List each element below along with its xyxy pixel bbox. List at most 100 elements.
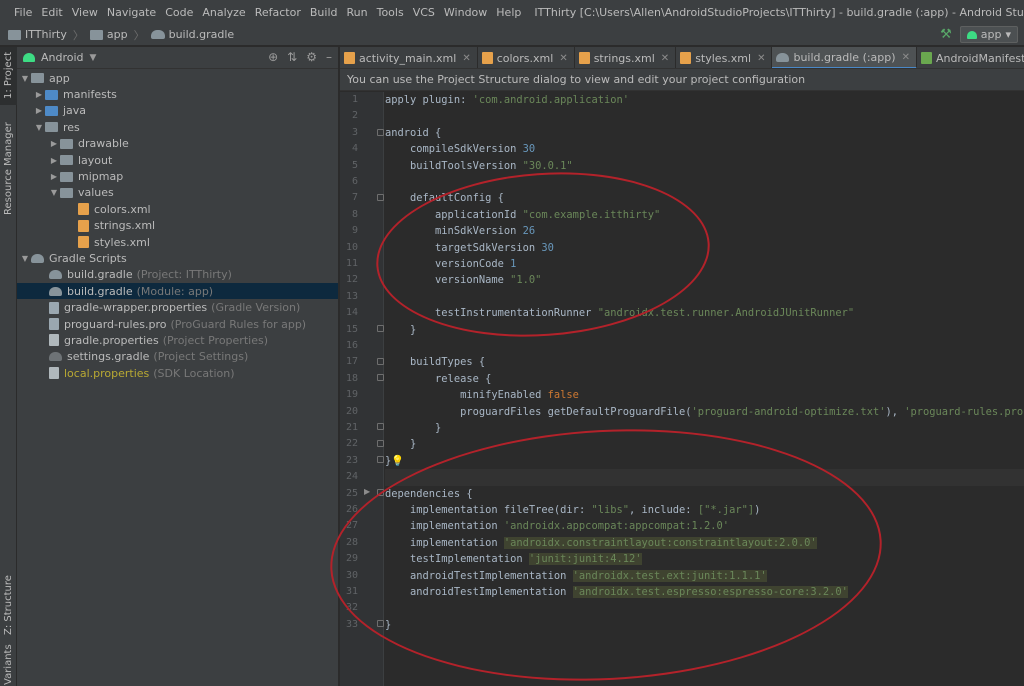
fold-marker-icon[interactable] (377, 456, 384, 463)
tree-item-drawable[interactable]: ▶ drawable (17, 136, 338, 152)
breadcrumb-project[interactable]: ITThirty (8, 28, 67, 41)
tree-item-strings-xml[interactable]: strings.xml (17, 218, 338, 234)
menu-edit[interactable]: Edit (41, 6, 62, 19)
line-number: 7 (351, 192, 358, 204)
tree-item-local-properties[interactable]: local.properties (SDK Location) (17, 365, 338, 381)
tool-tab-resource-manager[interactable]: Resource Manager (0, 119, 17, 219)
menu-tools[interactable]: Tools (377, 6, 404, 19)
line-number: 1 (351, 94, 358, 105)
tree-item-gradle-scripts[interactable]: ▼ Gradle Scripts (17, 250, 338, 266)
close-icon[interactable]: ✕ (757, 53, 765, 64)
chevron-down-icon[interactable]: ▼ (19, 254, 31, 263)
tree-item-label: settings.gradle (67, 350, 150, 364)
hammer-icon[interactable]: ⚒ (940, 27, 952, 42)
fold-marker-icon[interactable] (377, 358, 384, 365)
tab-colors-xml[interactable]: colors.xml ✕ (478, 47, 575, 68)
tree-item-build-gradle-project[interactable]: build.gradle (Project: ITThirty) (17, 267, 338, 283)
fold-marker-icon[interactable] (377, 620, 384, 627)
code-token: 30 (522, 143, 536, 156)
tree-item-layout[interactable]: ▶ layout (17, 152, 338, 168)
menu-navigate[interactable]: Navigate (107, 6, 156, 19)
chevron-down-icon[interactable]: ▼ (90, 53, 97, 63)
tree-item-gradle-properties[interactable]: gradle.properties (Project Properties) (17, 332, 338, 348)
close-icon[interactable]: ✕ (902, 52, 910, 63)
code-token: 'proguard-rules.pro' (904, 405, 1024, 418)
chevron-right-icon[interactable]: ▶ (48, 139, 60, 148)
tab-build-gradle-app[interactable]: build.gradle (:app) ✕ (772, 47, 917, 68)
tab-styles-xml[interactable]: styles.xml ✕ (676, 47, 773, 68)
chevron-down-icon[interactable]: ▼ (19, 74, 31, 83)
breadcrumb-file[interactable]: build.gradle (150, 28, 234, 41)
fold-marker-icon[interactable] (377, 129, 384, 136)
menu-analyze[interactable]: Analyze (202, 6, 245, 19)
fold-marker-icon[interactable] (377, 489, 384, 496)
editor-tabs: activity_main.xml ✕ colors.xml ✕ strings.x… (340, 47, 1024, 69)
menu-vcs[interactable]: VCS (413, 6, 435, 19)
menu-file[interactable]: File (14, 6, 32, 19)
menu-code[interactable]: Code (165, 6, 193, 19)
tab-activity-main-xml[interactable]: activity_main.xml ✕ (340, 47, 478, 68)
chevron-down-icon[interactable]: ▼ (33, 123, 45, 132)
tree-item-settings-gradle[interactable]: settings.gradle (Project Settings) (17, 349, 338, 365)
run-configuration-select[interactable]: app ▾ (959, 26, 1018, 43)
tree-item-values[interactable]: ▼ values (17, 185, 338, 201)
chevron-down-icon[interactable]: ▼ (48, 188, 60, 197)
fold-marker-icon[interactable] (377, 325, 384, 332)
tab-strings-xml[interactable]: strings.xml ✕ (575, 47, 677, 68)
chevron-right-icon[interactable]: ▶ (48, 156, 60, 165)
tree-item-styles-xml[interactable]: styles.xml (17, 234, 338, 250)
code-line: release { (385, 371, 1024, 387)
tree-item-manifests[interactable]: ▶ manifests (17, 86, 338, 102)
code-token: versionCode (385, 258, 511, 270)
tree-item-java[interactable]: ▶ java (17, 103, 338, 119)
close-icon[interactable]: ✕ (462, 53, 470, 64)
code-token: implementation fileTree( (385, 504, 561, 516)
lightbulb-icon[interactable]: 💡 (391, 455, 404, 467)
tool-tab-structure[interactable]: Z: Structure (0, 567, 17, 637)
breadcrumb-module[interactable]: app (89, 28, 128, 41)
chevron-right-icon[interactable]: ▶ (33, 106, 45, 115)
chevron-right-icon[interactable]: ▶ (48, 172, 60, 181)
code-line: implementation 'androidx.constraintlayou… (385, 535, 1024, 551)
line-number: 8 (351, 208, 358, 220)
tree-item-gradle-wrapper-properties[interactable]: gradle-wrapper.properties (Gradle Version… (17, 299, 338, 315)
code-line-current (385, 469, 1024, 486)
fold-marker-icon[interactable] (377, 194, 384, 201)
locate-icon[interactable]: ⊕ (268, 50, 278, 64)
tree-item-build-gradle-module[interactable]: build.gradle (Module: app) (17, 283, 338, 300)
menu-run[interactable]: Run (347, 6, 368, 19)
tool-tab-variants[interactable]: Variants (0, 644, 17, 686)
chevron-right-icon[interactable]: ▶ (33, 90, 45, 99)
tree-item-app[interactable]: ▼ app (17, 70, 338, 86)
tree-item-colors-xml[interactable]: colors.xml (17, 201, 338, 217)
fold-marker-icon[interactable] (377, 423, 384, 430)
collapse-all-icon[interactable]: ⇅ (287, 50, 297, 64)
tab-android-manifest-xml[interactable]: AndroidManifest.xml✕ (917, 47, 1024, 68)
tree-item-proguard-rules[interactable]: proguard-rules.pro (ProGuard Rules for ap… (17, 316, 338, 332)
code-line: minSdkVersion 26 (385, 223, 1024, 239)
fold-marker-icon[interactable] (377, 440, 384, 447)
tree-item-mipmap[interactable]: ▶ mipmap (17, 168, 338, 184)
menu-view[interactable]: View (72, 6, 98, 19)
code-token-warning: 'junit:junit:4.12' (528, 553, 642, 566)
fold-marker-icon[interactable] (377, 374, 384, 381)
tree-item-res[interactable]: ▼ res (17, 119, 338, 135)
text-file-icon (49, 318, 59, 331)
android-icon (966, 30, 977, 39)
tree-item-hint: (ProGuard Rules for app) (170, 317, 307, 331)
code-line: versionCode 1 (385, 256, 1024, 272)
menu-refactor[interactable]: Refactor (255, 6, 301, 19)
properties-file-icon (49, 301, 59, 314)
tool-tab-project[interactable]: 1: Project (0, 47, 17, 105)
project-view-selector[interactable]: Android (41, 51, 84, 64)
menu-window[interactable]: Window (444, 6, 487, 19)
close-icon[interactable]: ✕ (559, 53, 567, 64)
code-line: buildTypes { (385, 354, 1024, 370)
menu-build[interactable]: Build (310, 6, 338, 19)
close-icon[interactable]: ✕ (661, 53, 669, 64)
run-gutter-icon[interactable]: ▶ (364, 487, 370, 496)
gear-icon[interactable]: ⚙ (306, 50, 317, 64)
code-editor[interactable]: apply plugin: 'com.android.application' … (385, 92, 1024, 686)
hide-icon[interactable]: – (326, 50, 332, 64)
menu-help[interactable]: Help (496, 6, 521, 19)
